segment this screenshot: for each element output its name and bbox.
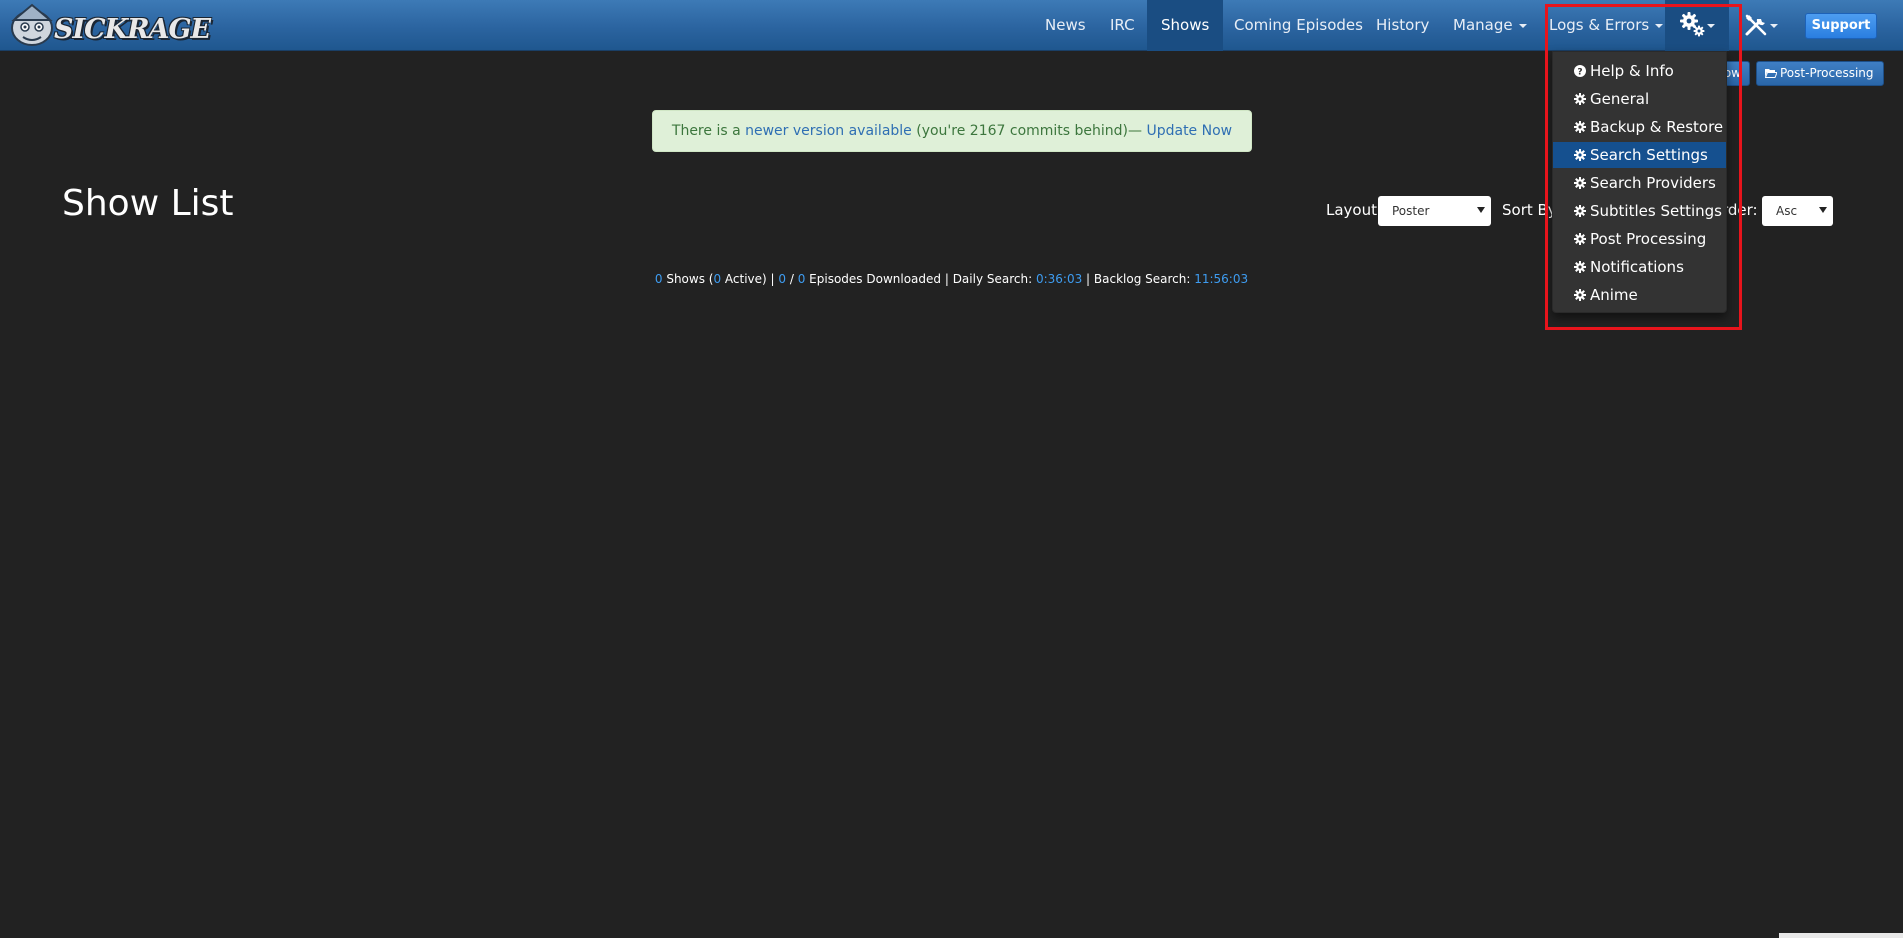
stats-text: Active) | bbox=[721, 272, 779, 286]
layout-select[interactable]: Poster bbox=[1378, 196, 1491, 226]
menu-item-general[interactable]: General bbox=[1553, 86, 1726, 112]
caret-down-icon bbox=[1707, 24, 1715, 28]
nav-manage-label: Manage bbox=[1453, 16, 1513, 34]
sort-order-value: Asc bbox=[1776, 204, 1798, 218]
update-alert: There is a newer version available (you'… bbox=[652, 110, 1252, 152]
downloaded-count[interactable]: 0 bbox=[778, 272, 786, 286]
folder-open-icon bbox=[1764, 69, 1778, 78]
config-dropdown-menu: ? Help & Info General Backup & Restore S… bbox=[1552, 51, 1727, 313]
cog-icon bbox=[1574, 261, 1586, 273]
menu-item-label: Backup & Restore bbox=[1590, 118, 1724, 136]
nav-history[interactable]: History bbox=[1362, 0, 1443, 51]
nav-shows[interactable]: Shows bbox=[1147, 0, 1224, 51]
menu-item-help-info[interactable]: ? Help & Info bbox=[1553, 58, 1726, 84]
cog-icon bbox=[1574, 289, 1586, 301]
brand-name: SICKRAGE bbox=[54, 14, 211, 45]
gear-icon bbox=[1680, 12, 1705, 37]
cog-icon bbox=[1574, 205, 1586, 217]
menu-item-label: General bbox=[1590, 90, 1650, 108]
caret-down-icon bbox=[1770, 24, 1778, 28]
stats-text: | Backlog Search: bbox=[1082, 272, 1195, 286]
nav-manage[interactable]: Manage bbox=[1439, 0, 1541, 51]
menu-item-anime[interactable]: Anime bbox=[1553, 282, 1726, 308]
menu-item-label: Subtitles Settings bbox=[1590, 202, 1722, 220]
menu-item-label: Post Processing bbox=[1590, 230, 1707, 248]
question-circle-icon: ? bbox=[1574, 65, 1586, 78]
caret-down-icon bbox=[1655, 23, 1664, 28]
caret-down-icon bbox=[1518, 23, 1527, 28]
nav-config-menu[interactable] bbox=[1665, 0, 1729, 51]
nav-tools-menu[interactable] bbox=[1731, 0, 1791, 51]
post-processing-label: Post-Processing bbox=[1780, 66, 1874, 80]
menu-item-notifications[interactable]: Notifications bbox=[1553, 254, 1726, 280]
active-count[interactable]: 0 bbox=[713, 272, 721, 286]
support-button[interactable]: Support bbox=[1805, 13, 1877, 39]
update-now-link[interactable]: Update Now bbox=[1146, 123, 1232, 139]
nav-irc[interactable]: IRC bbox=[1096, 0, 1149, 51]
select-arrow-icon bbox=[1819, 207, 1827, 213]
alert-prefix: There is a bbox=[671, 123, 746, 139]
cog-icon bbox=[1574, 149, 1586, 161]
layout-select-value: Poster bbox=[1392, 204, 1430, 218]
nav-coming-episodes-label: Coming Episodes bbox=[1234, 16, 1363, 34]
navbar: SICKRAGE News IRC Shows Coming Episodes … bbox=[0, 0, 1903, 51]
mascot-icon bbox=[11, 3, 53, 46]
cog-icon bbox=[1574, 121, 1586, 133]
cog-icon bbox=[1574, 233, 1586, 245]
bottom-right-edge bbox=[1779, 933, 1903, 938]
cog-icon bbox=[1574, 93, 1586, 105]
post-processing-button[interactable]: Post-Processing bbox=[1756, 61, 1884, 86]
menu-item-subtitles-settings[interactable]: Subtitles Settings bbox=[1553, 198, 1726, 224]
nav-shows-label: Shows bbox=[1161, 16, 1210, 34]
menu-item-search-settings[interactable]: Search Settings bbox=[1553, 142, 1726, 168]
sort-order-select[interactable]: Asc bbox=[1762, 196, 1833, 226]
sort-by-label: Sort By bbox=[1502, 201, 1557, 219]
menu-item-label: Search Providers bbox=[1590, 174, 1716, 192]
menu-item-label: Search Settings bbox=[1590, 146, 1708, 164]
newer-version-link[interactable]: newer version available bbox=[745, 123, 912, 139]
tools-icon bbox=[1745, 14, 1767, 36]
nav-news[interactable]: News bbox=[1031, 0, 1100, 51]
backlog-search-time[interactable]: 11:56:03 bbox=[1194, 272, 1248, 286]
nav-coming-episodes[interactable]: Coming Episodes bbox=[1220, 0, 1377, 51]
select-arrow-icon bbox=[1477, 207, 1485, 213]
sort-order-label: rder: bbox=[1722, 201, 1758, 219]
shows-count[interactable]: 0 bbox=[655, 272, 663, 286]
stats-text: Shows ( bbox=[662, 272, 714, 286]
menu-item-label: Help & Info bbox=[1590, 62, 1674, 80]
alert-commits-behind: (you're 2167 commits behind)— bbox=[911, 123, 1147, 139]
cog-icon bbox=[1574, 177, 1586, 189]
page-title: Show List bbox=[62, 183, 234, 224]
menu-item-search-providers[interactable]: Search Providers bbox=[1553, 170, 1726, 196]
nav-logs-errors[interactable]: Logs & Errors bbox=[1535, 0, 1677, 51]
nav-news-label: News bbox=[1045, 16, 1086, 34]
nav-history-label: History bbox=[1376, 16, 1430, 34]
stats-text: / bbox=[786, 272, 798, 286]
stats-text: Episodes Downloaded | Daily Search: bbox=[805, 272, 1036, 286]
nav-logs-errors-label: Logs & Errors bbox=[1549, 16, 1650, 34]
daily-search-time[interactable]: 0:36:03 bbox=[1036, 272, 1082, 286]
menu-item-backup-restore[interactable]: Backup & Restore bbox=[1553, 114, 1726, 140]
sickrage-logo[interactable]: SICKRAGE bbox=[8, 2, 211, 48]
menu-item-post-processing[interactable]: Post Processing bbox=[1553, 226, 1726, 252]
nav-irc-label: IRC bbox=[1110, 16, 1135, 34]
layout-label: Layout: bbox=[1326, 201, 1383, 219]
menu-item-label: Anime bbox=[1590, 286, 1638, 304]
svg-text:?: ? bbox=[1577, 68, 1582, 78]
menu-item-label: Notifications bbox=[1590, 258, 1684, 276]
